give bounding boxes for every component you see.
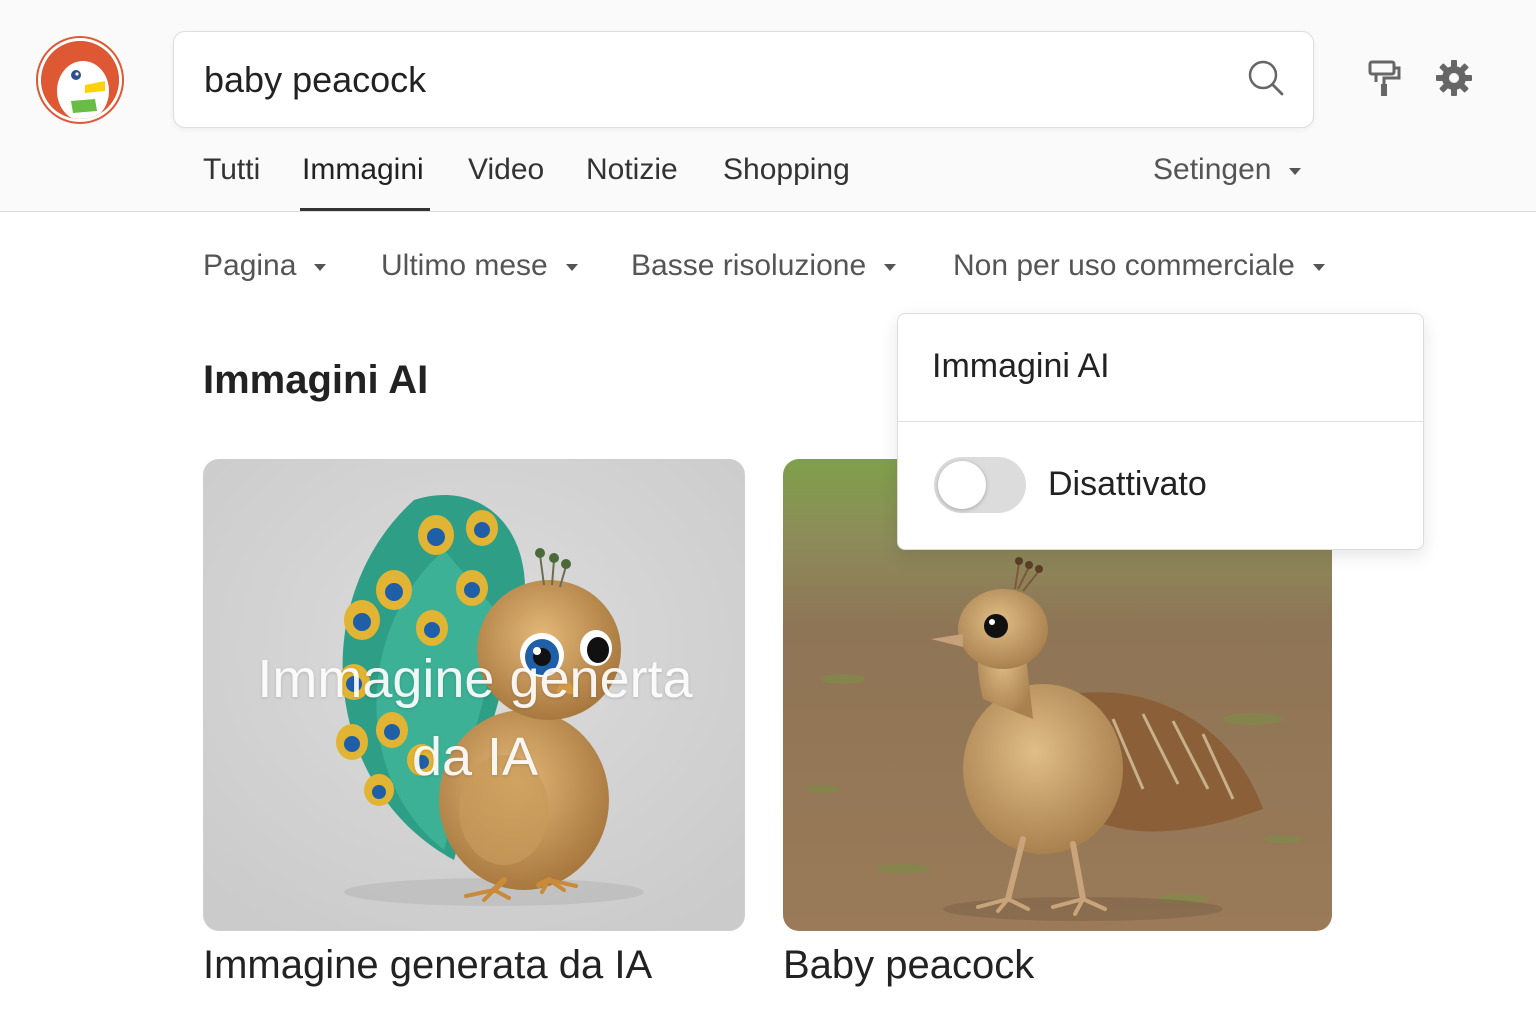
result-caption[interactable]: Baby peacock: [783, 943, 1034, 988]
settings-dropdown[interactable]: Setingen: [1153, 150, 1302, 212]
tab-bar: Tutti Immagini Video Notizie Shopping Se…: [0, 150, 1536, 212]
chevron-down-icon: [565, 263, 578, 271]
toggle-label: Disattivato: [1048, 465, 1207, 503]
filter-size[interactable]: Basse risoluzione: [631, 244, 897, 288]
active-tab-indicator: [300, 208, 430, 211]
divider: [898, 421, 1423, 422]
filter-region[interactable]: Pagina: [203, 244, 327, 288]
section-title: Immagini AI: [203, 358, 429, 402]
tab-video[interactable]: Video: [468, 150, 544, 212]
filter-date-label: Ultimo mese: [381, 249, 548, 282]
tab-shopping[interactable]: Shopping: [723, 150, 850, 212]
search-icon[interactable]: [1246, 58, 1286, 98]
toggle-knob: [938, 461, 986, 509]
tab-images[interactable]: Immagini: [302, 150, 424, 212]
tab-news[interactable]: Notizie: [586, 150, 678, 212]
paint-roller-icon[interactable]: [1364, 58, 1404, 98]
settings-dropdown-label: Setingen: [1153, 153, 1272, 186]
chevron-down-icon: [314, 263, 327, 271]
chevron-down-icon: [1289, 167, 1302, 175]
ai-image-overlay-text: Immagine generta da IA: [257, 649, 693, 787]
ai-image-result[interactable]: Immagine generta da IA: [203, 459, 745, 931]
chevron-down-icon: [1312, 263, 1325, 271]
duckduckgo-logo[interactable]: [38, 38, 122, 122]
filter-license[interactable]: Non per uso commerciale: [953, 244, 1325, 288]
tab-all[interactable]: Tutti: [203, 150, 260, 212]
result-caption[interactable]: Immagine generata da IA: [203, 943, 652, 988]
filter-license-label: Non per uso commerciale: [953, 249, 1295, 282]
chevron-down-icon: [884, 263, 897, 271]
filter-region-label: Pagina: [203, 249, 297, 282]
filter-date[interactable]: Ultimo mese: [381, 244, 578, 288]
search-input[interactable]: [204, 54, 1204, 106]
page: Tutti Immagini Video Notizie Shopping Se…: [0, 0, 1536, 1024]
filter-size-label: Basse risoluzione: [631, 249, 867, 282]
ai-images-toggle[interactable]: [934, 457, 1026, 513]
ai-images-dropdown: Immagini AI: [897, 313, 1424, 550]
header: Tutti Immagini Video Notizie Shopping Se…: [0, 0, 1536, 212]
search-box: [173, 31, 1314, 128]
dropdown-title: Immagini AI: [932, 347, 1110, 385]
gear-icon[interactable]: [1434, 58, 1474, 98]
